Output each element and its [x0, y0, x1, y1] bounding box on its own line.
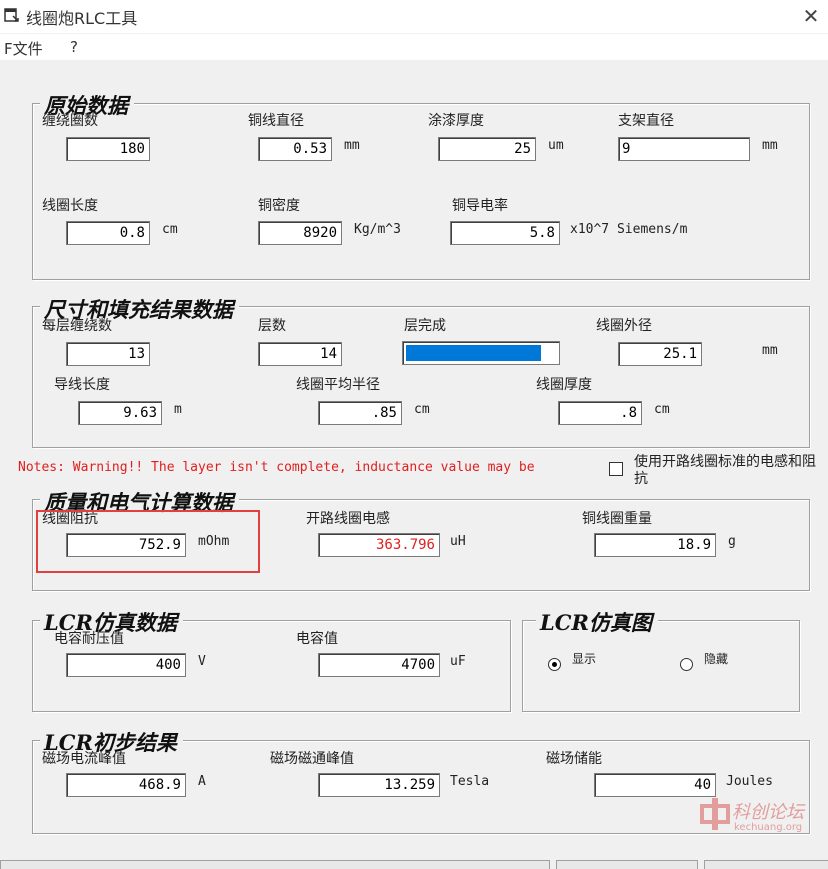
watermark-text: 科创论坛: [732, 802, 804, 823]
paint-thickness-field[interactable]: 25: [438, 137, 536, 161]
cap-voltage-label: 电容耐压值: [54, 631, 124, 647]
show-graph-radio[interactable]: [548, 658, 561, 671]
wire-length-field[interactable]: 9.63: [78, 401, 162, 425]
bracket-diameter-field[interactable]: 9: [618, 137, 750, 161]
inductance-field[interactable]: 363.796: [318, 533, 440, 557]
bracket-diameter-unit: mm: [762, 138, 778, 153]
hide-graph-label: 隐藏: [704, 652, 729, 666]
cap-voltage-unit: V: [198, 654, 206, 669]
menu-bar: F文件 ?: [0, 34, 828, 60]
copper-weight-unit: g: [728, 534, 736, 549]
per-layer-field[interactable]: 13: [66, 342, 150, 366]
capacitance-unit: uF: [450, 654, 466, 669]
energy-field[interactable]: 40: [594, 773, 716, 797]
hide-graph-radio[interactable]: [680, 658, 693, 671]
outer-diameter-unit: mm: [762, 343, 778, 358]
layers-field[interactable]: 14: [258, 342, 342, 366]
watermark-icon: [700, 798, 730, 830]
density-unit: Kg/m^3: [354, 222, 401, 237]
watermark-url: kechuang.org: [734, 822, 803, 833]
resistance-highlight-box: [36, 510, 260, 573]
show-graph-label: 显示: [572, 652, 597, 666]
wire-diameter-field[interactable]: 0.53: [258, 137, 332, 161]
conductivity-label: 铜导电率: [452, 198, 508, 214]
raw-data-group: [32, 103, 810, 280]
menu-help[interactable]: ?: [70, 38, 78, 56]
radio-selected-dot: [552, 662, 557, 667]
energy-label: 磁场储能: [546, 751, 602, 767]
coil-length-unit: cm: [162, 222, 178, 237]
inductance-label: 开路线圈电感: [306, 511, 390, 527]
coil-thickness-unit: cm: [654, 402, 670, 417]
window-title: 线圈炮RLC工具: [26, 9, 138, 28]
peak-flux-label: 磁场磁通峰值: [270, 751, 354, 767]
avg-radius-field[interactable]: .85: [318, 401, 402, 425]
outer-diameter-label: 线圈外径: [596, 318, 652, 334]
open-standard-checkbox-label: 使用开路线圈标准的电感和阻抗: [634, 454, 816, 487]
copper-weight-field[interactable]: 18.9: [594, 533, 716, 557]
watermark-logo: 科创论坛 kechuang.org: [700, 796, 804, 836]
close-button[interactable]: ✕: [798, 3, 824, 29]
capacitance-field[interactable]: 4700: [318, 653, 440, 677]
per-layer-label: 每层缠绕数: [42, 318, 112, 334]
peak-current-label: 磁场电流峰值: [42, 751, 126, 767]
capacitance-label: 电容值: [296, 631, 338, 647]
layers-label: 层数: [258, 318, 286, 334]
coil-thickness-label: 线圈厚度: [536, 377, 592, 393]
paint-thickness-unit: um: [548, 138, 564, 153]
inductance-unit: uH: [450, 534, 466, 549]
coil-length-label: 线圈长度: [42, 198, 98, 214]
title-bar: 线圈炮RLC工具 ✕: [0, 0, 828, 33]
coil-thickness-field[interactable]: .8: [558, 401, 642, 425]
peak-flux-field[interactable]: 13.259: [318, 773, 440, 797]
coil-length-field[interactable]: 0.8: [66, 221, 150, 245]
conductivity-unit: x10^7 Siemens/m: [570, 222, 688, 237]
layer-complete-label: 层完成: [404, 318, 446, 334]
copper-weight-label: 铜线圈重量: [582, 511, 652, 527]
layer-complete-progress: [402, 341, 560, 365]
warning-notes: Notes: Warning!! The layer isn't complet…: [18, 460, 535, 475]
app-icon: [4, 8, 19, 22]
bracket-diameter-label: 支架直径: [618, 113, 674, 129]
peak-current-unit: A: [198, 774, 206, 789]
cap-voltage-field[interactable]: 400: [66, 653, 186, 677]
layer-complete-progress-fill: [406, 345, 541, 361]
density-label: 铜密度: [258, 198, 300, 214]
close-icon: ✕: [802, 4, 820, 28]
turns-label: 缠绕圈数: [42, 113, 98, 129]
avg-radius-label: 线圈平均半径: [296, 377, 380, 393]
density-field[interactable]: 8920: [258, 221, 342, 245]
conductivity-field[interactable]: 5.8: [450, 221, 560, 245]
wire-length-label: 导线长度: [54, 377, 110, 393]
outer-diameter-field[interactable]: 25.1: [618, 342, 702, 366]
wire-length-unit: m: [174, 402, 182, 417]
lcr-graph-title: LCR仿真图: [536, 607, 658, 637]
paint-thickness-label: 涂漆厚度: [428, 113, 484, 129]
open-standard-checkbox[interactable]: [609, 462, 623, 476]
peak-flux-unit: Tesla: [450, 774, 490, 789]
energy-unit: Joules: [726, 774, 773, 789]
avg-radius-unit: cm: [414, 402, 430, 417]
peak-current-field[interactable]: 468.9: [66, 773, 186, 797]
turns-field[interactable]: 180: [66, 137, 150, 161]
wire-diameter-unit: mm: [344, 138, 360, 153]
menu-file[interactable]: F文件: [4, 38, 43, 59]
wire-diameter-label: 铜线直径: [248, 113, 304, 129]
